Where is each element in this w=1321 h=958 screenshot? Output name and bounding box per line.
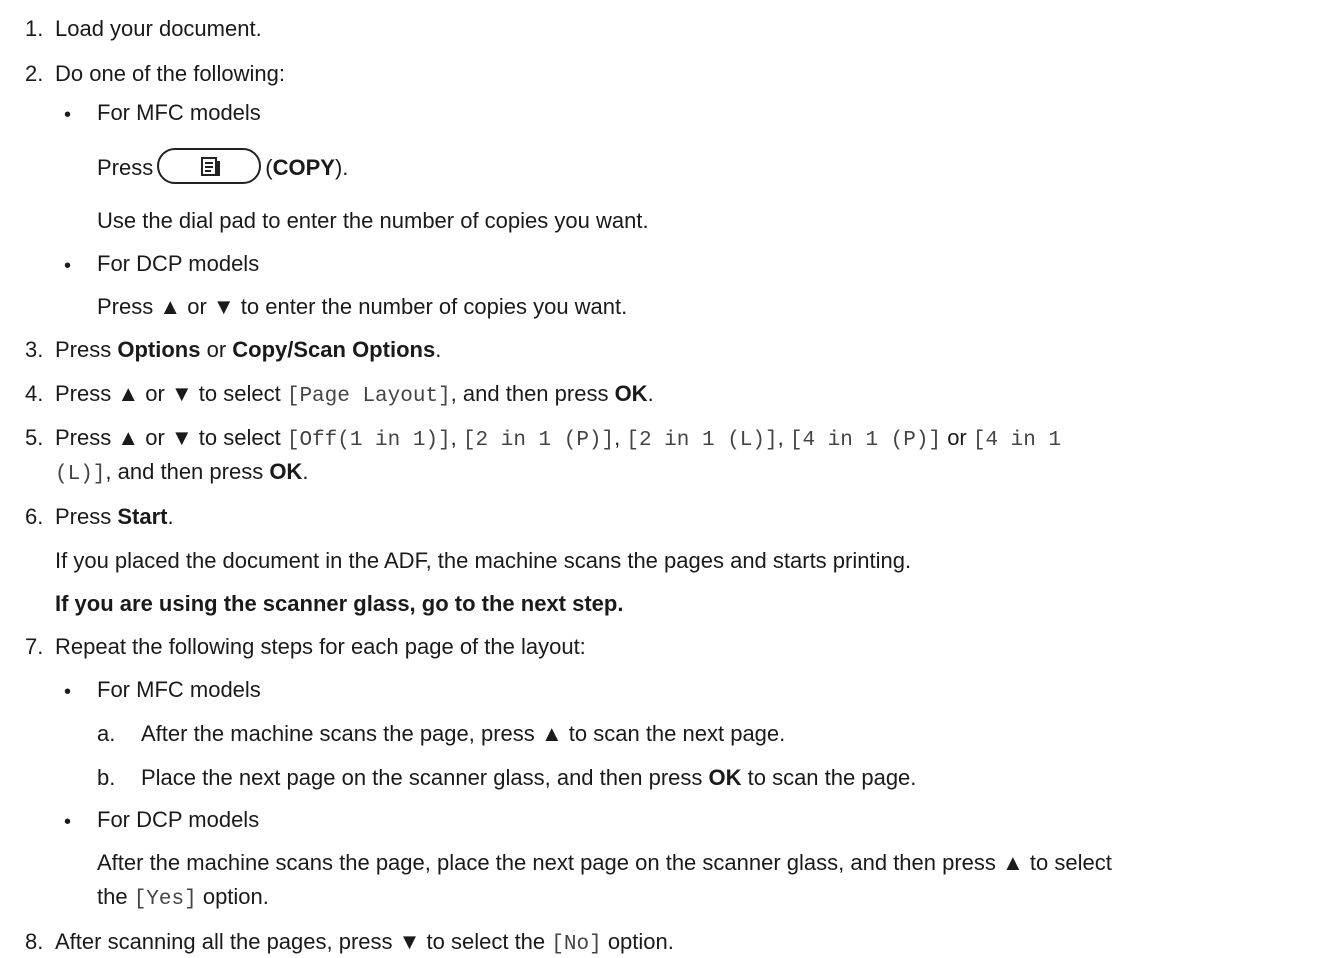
text-run: Place the next page on the scanner glass… <box>141 765 709 790</box>
text-run: , <box>614 425 627 450</box>
instruction-text: If you placed the document in the ADF, t… <box>55 548 912 573</box>
paren-open: ( <box>265 154 273 180</box>
step-number: 1. <box>25 16 44 41</box>
text-run: option. <box>196 884 269 909</box>
text-run: , <box>450 425 463 450</box>
menu-option-code: [4 in 1 <box>972 429 1062 452</box>
text-run: , and then press <box>450 381 615 406</box>
step-number: 5. <box>25 425 44 450</box>
copy-button <box>157 148 262 184</box>
text-run: Press <box>55 504 118 529</box>
menu-option-code: [2 in 1 (L)] <box>626 429 778 452</box>
step-number: 7. <box>25 634 44 659</box>
model-heading: For DCP models <box>97 807 260 832</box>
menu-option-code: [4 in 1 (P)] <box>789 429 942 452</box>
ok-key: OK <box>614 381 648 406</box>
step-text: Load your document. <box>55 16 262 41</box>
copy-scan-options-key: Copy/Scan Options <box>232 337 436 362</box>
ok-key: OK <box>708 765 742 790</box>
bullet: • <box>64 681 72 703</box>
menu-option-code: (L)] <box>55 463 106 486</box>
ok-key: OK <box>269 459 303 484</box>
menu-option-code: [Yes] <box>133 888 197 911</box>
text-run: , and then press <box>105 459 270 484</box>
step-number: 4. <box>25 381 44 406</box>
model-heading: For MFC models <box>97 677 261 702</box>
step-text: Do one of the following: <box>55 61 285 86</box>
step-number: 2. <box>25 61 44 86</box>
paren-close: ). <box>334 154 349 180</box>
text-run: Press <box>55 337 118 362</box>
instruction-text: Use the dial pad to enter the number of … <box>97 208 649 233</box>
text-run: Press ▲ or ▼ to select <box>55 381 287 406</box>
press-copy-line: Press (COPY). <box>97 148 349 184</box>
text-run: Press ▲ or ▼ to select <box>55 425 287 450</box>
menu-option-code: [No] <box>551 933 602 956</box>
step-text: Press Start. <box>55 504 174 530</box>
substep-label: a. <box>97 721 116 746</box>
model-heading: For MFC models <box>97 100 261 125</box>
bullet: • <box>64 104 72 126</box>
instruction-text-continued: the [Yes] option. <box>97 884 269 913</box>
menu-option-code: [Page Layout] <box>286 385 451 408</box>
copy-key-label: COPY <box>272 154 335 180</box>
text-run: . <box>435 337 442 362</box>
menu-option-code: [Off(1 in 1)] <box>286 429 451 452</box>
step-text: Repeat the following steps for each page… <box>55 634 586 659</box>
text-run: option. <box>601 929 674 954</box>
text-run: , <box>777 425 790 450</box>
step-text: Press ▲ or ▼ to select [Page Layout], an… <box>55 381 654 410</box>
model-heading: For DCP models <box>97 251 260 276</box>
menu-option-code: [2 in 1 (P)] <box>462 429 615 452</box>
step-text: Press Options or Copy/Scan Options. <box>55 337 441 363</box>
start-key: Start <box>117 504 168 529</box>
instruction-text: After the machine scans the page, place … <box>97 850 1112 875</box>
step-number: 6. <box>25 504 44 529</box>
bullet: • <box>64 811 72 833</box>
text-run: or <box>941 425 973 450</box>
emphasis-note: If you are using the scanner glass, go t… <box>55 591 624 616</box>
step-text: Press ▲ or ▼ to select [Off(1 in 1)], [2… <box>55 425 1061 454</box>
options-key: Options <box>117 337 201 362</box>
step-text-continued: (L)], and then press OK. <box>55 459 308 488</box>
bullet: • <box>64 255 72 277</box>
step-number: 8. <box>25 929 44 954</box>
step-number: 3. <box>25 337 44 362</box>
text-run: . <box>167 504 174 529</box>
text-run: or <box>200 337 233 362</box>
text-run: After scanning all the pages, press ▼ to… <box>55 929 552 954</box>
instruction-text: Press ▲ or ▼ to enter the number of copi… <box>97 294 628 319</box>
text-run: . <box>647 381 654 406</box>
text-run: . <box>302 459 309 484</box>
substep-label: b. <box>97 765 116 790</box>
substep-text: Place the next page on the scanner glass… <box>141 765 916 791</box>
substep-text: After the machine scans the page, press … <box>141 721 786 746</box>
copy-document-icon <box>201 157 221 176</box>
press-label: Press <box>97 154 154 180</box>
text-run: the <box>97 884 134 909</box>
text-run: to scan the page. <box>741 765 917 790</box>
